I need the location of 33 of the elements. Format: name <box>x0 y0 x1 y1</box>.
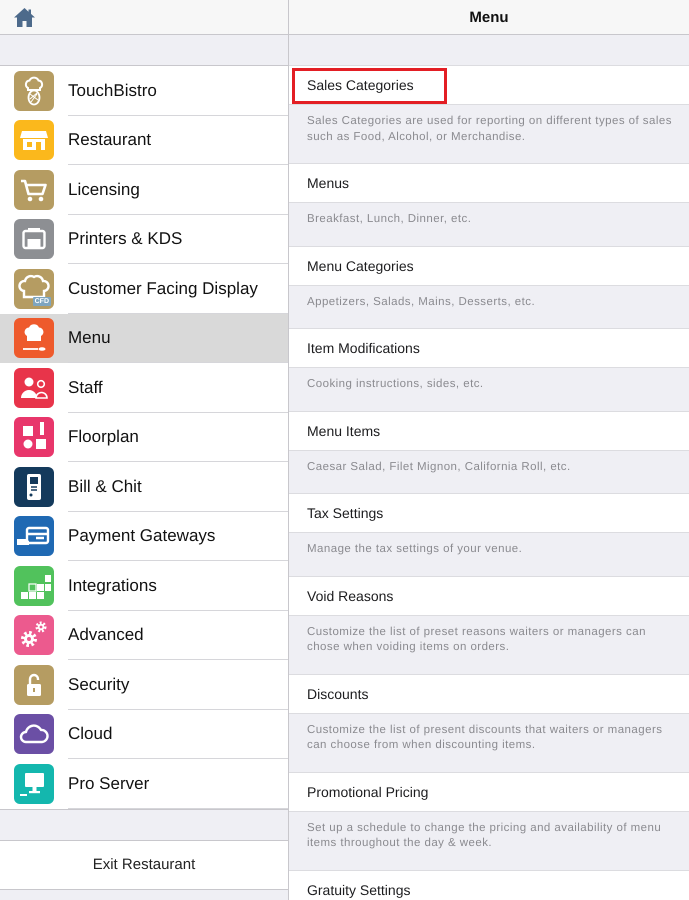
list-item[interactable]: Sales Categories <box>289 66 689 105</box>
chef-hat-icon <box>14 318 54 358</box>
padlock-icon <box>14 664 54 705</box>
list-item[interactable]: Promotional Pricing <box>289 772 689 812</box>
item-description: Customize the list of present discounts that waiters or managers can choose from when discounting items. <box>289 714 689 772</box>
item-description: Appetizers, Salads, Mains, Desserts, etc. <box>289 286 689 329</box>
sidebar-item[interactable]: Menu <box>0 314 288 363</box>
list-item[interactable]: Discounts <box>289 674 689 714</box>
storefront-icon <box>14 120 54 160</box>
people-icon <box>14 368 54 408</box>
list-item[interactable]: Tax Settings <box>289 494 689 533</box>
list-item[interactable]: Gratuity Settings <box>289 870 689 900</box>
list-item[interactable]: Item Modifications <box>289 329 689 368</box>
item-description: Set up a schedule to change the pricing and availability of menu items throughout the day & week. <box>289 812 689 870</box>
list-item[interactable]: Menus <box>289 164 689 203</box>
exit-button[interactable]: Exit Restaurant <box>0 840 288 890</box>
printer-icon <box>14 219 54 260</box>
card-terminal-icon <box>14 466 54 507</box>
credit-card-icon <box>14 516 54 556</box>
list-item[interactable]: Void Reasons <box>289 576 689 616</box>
list-item[interactable]: Menu Categories <box>289 246 689 286</box>
cart-icon <box>14 170 54 210</box>
panel-title: Menu <box>469 8 509 26</box>
monitor-icon <box>14 764 54 804</box>
item-description: Caesar Salad, Filet Mignon, California Roll, etc. <box>289 450 689 494</box>
blocks-icon <box>14 566 54 606</box>
list-item[interactable]: Menu Items <box>289 412 689 450</box>
chef-hat-icon <box>14 70 54 111</box>
cloud-icon <box>14 714 54 754</box>
gears-icon <box>14 615 54 656</box>
home-icon[interactable] <box>14 8 35 26</box>
item-description: Customize the list of preset reasons waiters or managers can chose when voiding items on orders. <box>289 616 689 674</box>
floorplan-icon <box>14 417 54 458</box>
